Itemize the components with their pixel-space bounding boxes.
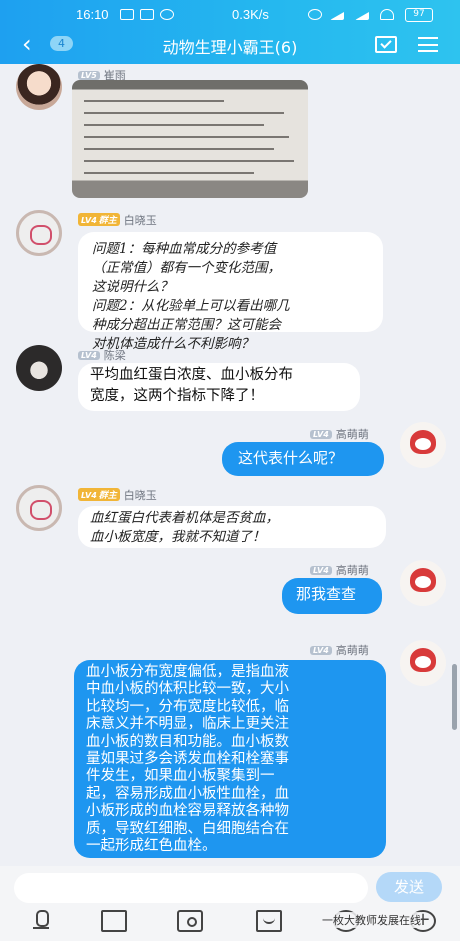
battery-icon: 97 <box>405 8 433 22</box>
calendar-check-icon[interactable] <box>375 36 397 53</box>
microphone-icon[interactable] <box>28 910 54 932</box>
app-notification-icon <box>120 9 134 20</box>
sender-name: 陈梁 <box>103 349 126 362</box>
chat-scrollbar[interactable] <box>452 664 457 730</box>
network-speed: 0.3K/s <box>232 7 269 22</box>
level-badge: LV4 <box>78 351 100 360</box>
owner-role-badge: 群主 <box>98 216 117 226</box>
message-bubble[interactable]: 问题1：每种血常成分的参考值 （正常值）都有一个变化范围， 这说明什么？ 问题2：从… <box>78 232 383 352</box>
menu-icon[interactable] <box>418 37 438 52</box>
avatar[interactable] <box>400 422 446 468</box>
level-badge: LV4 群主 <box>78 213 120 226</box>
sender-meta: LV4 高萌萌 <box>310 426 369 442</box>
sender-meta: LV4 群主 白晓玉 <box>78 212 157 228</box>
top-bar: 16:10 0.3K/s 97 ‹ 4 动物生理小霸王(6) <box>0 0 460 64</box>
send-button[interactable]: 发送 <box>376 872 442 902</box>
message-bubble[interactable]: 那我查查 <box>282 578 382 614</box>
gallery-notification-icon <box>140 9 154 20</box>
message-bubble[interactable]: 平均血红蛋白浓度、血小板分布 宽度，这两个指标下降了！ <box>78 363 360 411</box>
sender-meta: LV4 高萌萌 <box>310 562 369 578</box>
signal-2-icon <box>355 9 369 20</box>
chat-header: ‹ 4 动物生理小霸王(6) <box>0 30 460 60</box>
level-badge: LV4 <box>310 566 332 575</box>
input-bar: 发送 <box>0 866 460 908</box>
avatar[interactable] <box>16 345 62 391</box>
sender-name: 高萌萌 <box>335 644 369 657</box>
message-bubble[interactable]: 血红蛋白代表着机体是否贫血， 血小板宽度，我就不知道了！ <box>78 506 386 548</box>
avatar[interactable] <box>16 485 62 531</box>
alarm-icon <box>308 9 322 20</box>
avatar[interactable] <box>400 640 446 686</box>
message-input[interactable] <box>14 873 368 903</box>
camera-icon[interactable] <box>177 910 203 932</box>
message-bubble[interactable]: 这代表什么呢？ <box>222 442 384 476</box>
signal-icon <box>330 9 344 20</box>
avatar[interactable] <box>16 210 62 256</box>
level-badge: LV4 群主 <box>78 488 120 501</box>
level-badge: LV4 <box>310 430 332 439</box>
status-bar: 16:10 0.3K/s 97 <box>0 6 460 26</box>
status-time: 16:10 <box>76 7 109 22</box>
wechat-notification-icon <box>160 9 174 20</box>
wifi-icon <box>380 9 394 20</box>
level-badge: LV5 <box>78 71 100 80</box>
owner-role-badge: 群主 <box>98 491 117 501</box>
sender-name: 高萌萌 <box>335 564 369 577</box>
sender-meta: LV4 群主 白晓玉 <box>78 487 157 503</box>
folder-icon[interactable] <box>256 910 282 932</box>
level-badge: LV4 <box>310 646 332 655</box>
sender-name: 白晓玉 <box>123 489 157 502</box>
sender-name: 白晓玉 <box>123 214 157 227</box>
message-bubble[interactable]: 血小板分布宽度偏低，是指血液 中血小板的体积比较一致，大小 比较均一，分布宽度比较低… <box>74 660 386 858</box>
image-icon[interactable] <box>101 910 127 932</box>
avatar[interactable] <box>16 64 62 110</box>
avatar[interactable] <box>400 560 446 606</box>
blood-test-report-image[interactable] <box>72 80 308 198</box>
sender-meta: LV4 高萌萌 <box>310 642 369 658</box>
sender-name: 高萌萌 <box>335 428 369 441</box>
sender-meta: LV4 陈梁 <box>78 347 126 363</box>
watermark: 一枚大教师发展在线 <box>322 912 421 928</box>
